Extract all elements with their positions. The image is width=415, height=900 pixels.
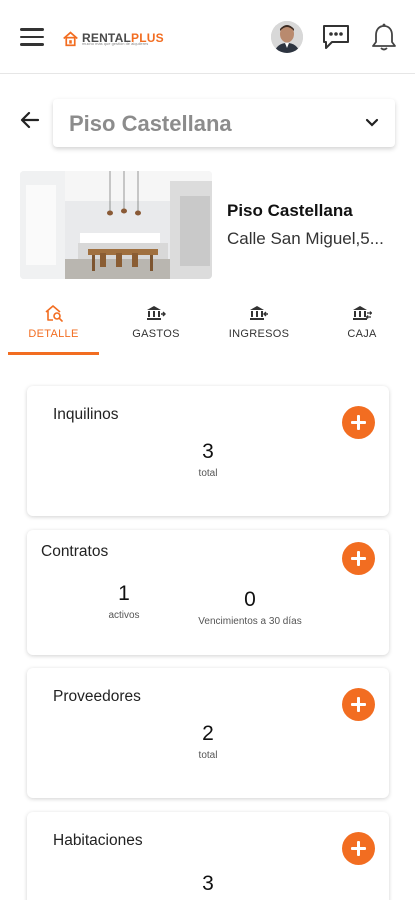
tab-gastos-label: GASTOS	[132, 328, 180, 340]
add-habitacion-button[interactable]	[342, 832, 375, 865]
logo-house-icon	[63, 30, 78, 46]
tab-detalle[interactable]: DETALLE	[8, 298, 99, 356]
add-contrato-button[interactable]	[342, 542, 375, 575]
tab-ingresos-label: INGRESOS	[228, 328, 290, 340]
inquilinos-stat: 3 total	[158, 440, 258, 479]
contratos-activos-label: activos	[108, 610, 140, 621]
logo-tagline: mucho más que gestión de alquileres	[82, 41, 149, 46]
house-search-icon	[44, 305, 63, 322]
inquilinos-total-value: 3	[202, 440, 214, 463]
inquilinos-total-label: total	[198, 468, 218, 479]
card-inquilinos[interactable]: Inquilinos 3 total	[27, 386, 389, 516]
tab-caja[interactable]: CAJA	[316, 298, 408, 356]
contratos-vencimientos-stat: 0 Vencimientos a 30 días	[180, 588, 320, 627]
tab-gastos[interactable]: GASTOS	[110, 298, 202, 356]
active-tab-indicator	[8, 352, 99, 355]
card-contratos-title: Contratos	[41, 543, 109, 560]
avatar[interactable]	[271, 21, 303, 53]
card-habitaciones[interactable]: Habitaciones 3	[27, 812, 389, 900]
menu-icon[interactable]	[20, 28, 44, 46]
app-bar: RENTALPLUS mucho más que gestión de alqu…	[0, 0, 415, 74]
property-name: Piso Castellana	[227, 201, 353, 220]
habitaciones-stat: 3	[158, 872, 258, 896]
property-selector[interactable]: Piso Castellana	[53, 99, 395, 147]
chevron-down-icon	[365, 118, 379, 127]
card-proveedores[interactable]: Proveedores 2 total	[27, 668, 389, 798]
app-logo: RENTALPLUS mucho más que gestión de alqu…	[62, 27, 164, 49]
tab-detalle-label: DETALLE	[28, 328, 79, 340]
contratos-activos-stat: 1 activos	[84, 582, 164, 621]
contratos-vencimientos-label: Vencimientos a 30 días	[198, 616, 302, 627]
property-selector-value: Piso Castellana	[69, 111, 232, 136]
add-inquilino-button[interactable]	[342, 406, 375, 439]
bank-in-icon	[250, 306, 268, 320]
contratos-activos-value: 1	[118, 582, 130, 605]
card-habitaciones-title: Habitaciones	[53, 832, 143, 849]
tab-bar: DETALLE GASTOS INGRESOS CAJA	[0, 298, 415, 358]
property-address: Calle San Miguel,5...	[227, 229, 384, 248]
tab-ingresos[interactable]: INGRESOS	[213, 298, 305, 356]
proveedores-total-label: total	[198, 750, 218, 761]
card-contratos[interactable]: Contratos 1 activos 0 Vencimientos a 30 …	[27, 530, 389, 655]
chat-icon[interactable]	[321, 23, 351, 51]
card-proveedores-title: Proveedores	[53, 688, 141, 705]
contratos-vencimientos-value: 0	[244, 588, 256, 611]
bell-icon[interactable]	[370, 22, 398, 52]
back-arrow-icon[interactable]	[18, 108, 42, 132]
proveedores-total-value: 2	[202, 722, 214, 745]
bank-transfer-icon	[353, 306, 372, 320]
property-photo	[20, 171, 212, 279]
proveedores-stat: 2 total	[158, 722, 258, 761]
habitaciones-total-value: 3	[202, 872, 214, 895]
tab-caja-label: CAJA	[347, 328, 377, 340]
bank-out-icon	[147, 306, 166, 320]
card-inquilinos-title: Inquilinos	[53, 406, 119, 423]
add-proveedor-button[interactable]	[342, 688, 375, 721]
